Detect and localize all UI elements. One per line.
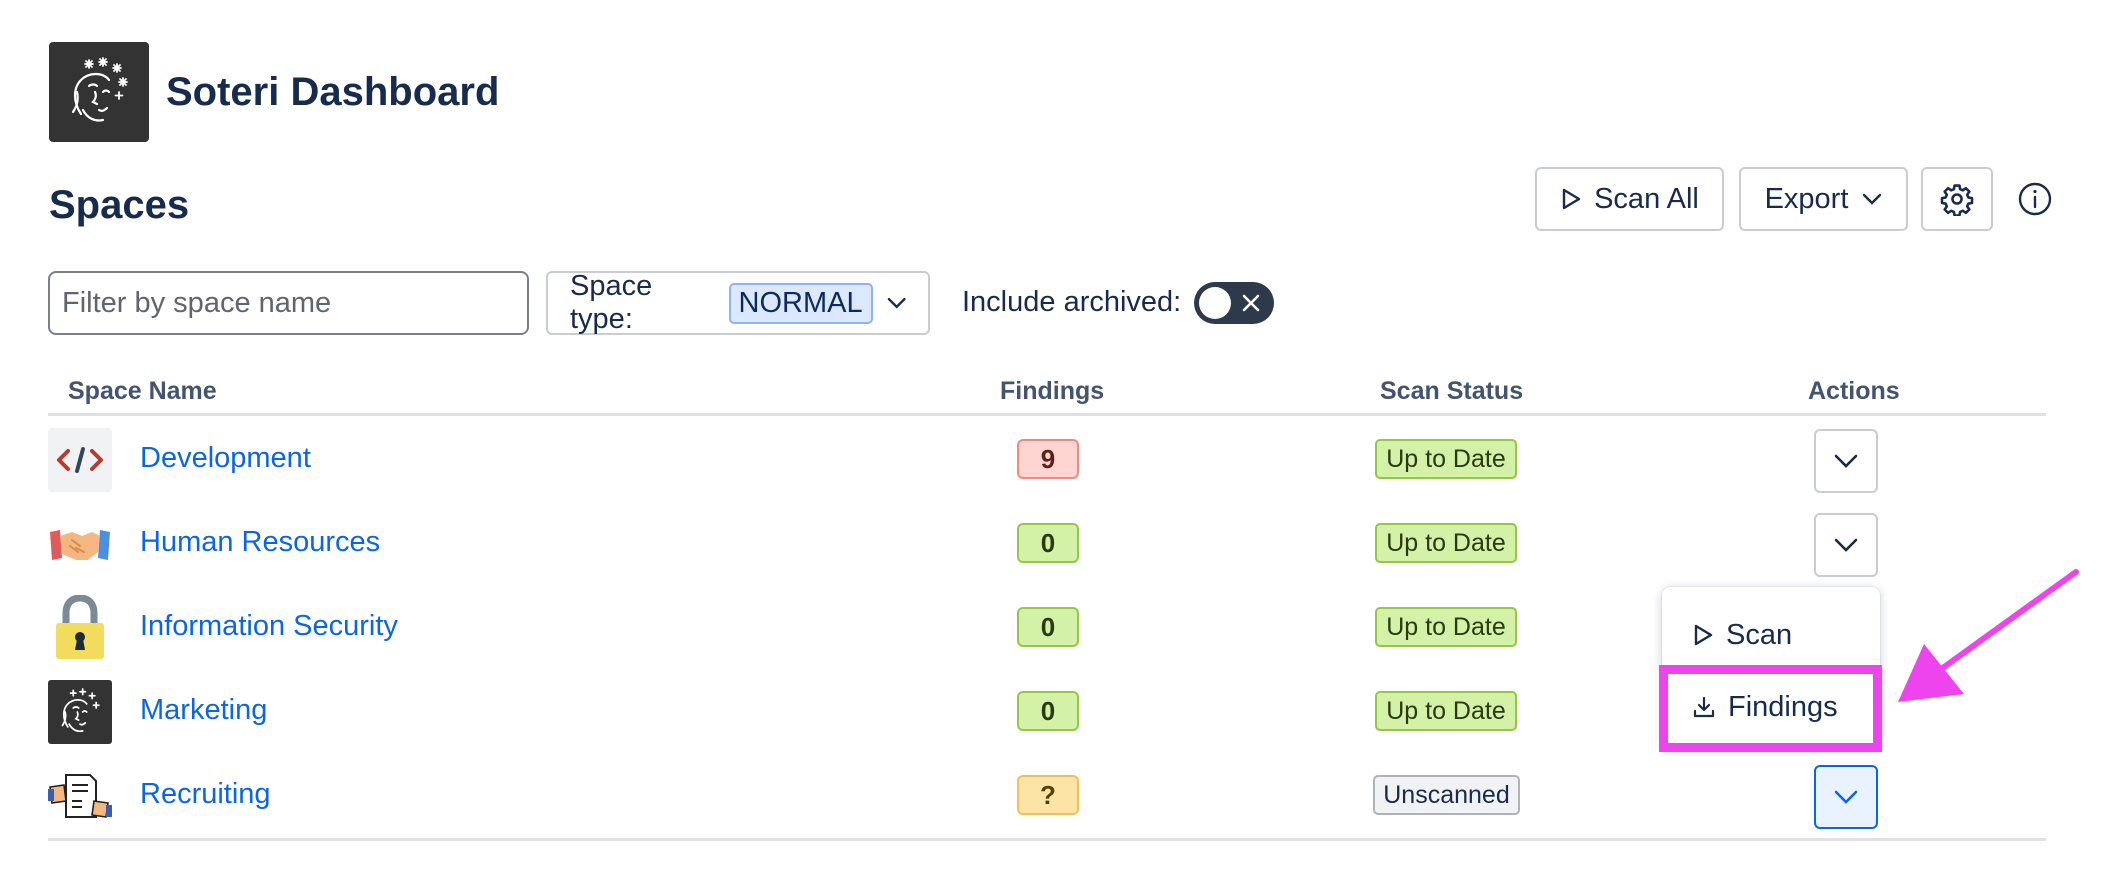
page-title: Spaces <box>49 183 190 227</box>
settings-button[interactable] <box>1921 167 1993 231</box>
annotation-arrow-icon <box>1898 569 2079 702</box>
document-hands-icon <box>48 764 112 828</box>
findings-badge: ? <box>1017 775 1079 815</box>
space-type-select[interactable]: Space type: NORMAL <box>546 270 930 335</box>
play-icon <box>1562 188 1581 210</box>
toggle-knob <box>1199 287 1231 319</box>
menu-item-scan[interactable]: Scan <box>1662 605 1880 665</box>
chevron-down-icon <box>1834 454 1858 468</box>
status-badge: Unscanned <box>1373 775 1520 815</box>
table-row: Recruiting ? Unscanned <box>0 754 2108 838</box>
space-link-information-security[interactable]: Information Security <box>140 610 398 643</box>
status-badge: Up to Date <box>1375 691 1517 731</box>
handshake-icon <box>48 512 112 576</box>
close-icon <box>1242 294 1260 312</box>
play-icon <box>1694 624 1713 646</box>
space-link-recruiting[interactable]: Recruiting <box>140 778 271 811</box>
status-badge: Up to Date <box>1375 607 1517 647</box>
menu-item-scan-label: Scan <box>1726 618 1793 651</box>
chevron-down-icon <box>1834 538 1858 552</box>
row-actions-button[interactable] <box>1814 429 1878 493</box>
space-type-chip: NORMAL <box>728 282 873 324</box>
info-button[interactable] <box>2010 174 2060 224</box>
findings-badge: 0 <box>1017 523 1079 563</box>
chevron-down-icon <box>1834 790 1858 804</box>
info-icon <box>2018 182 2052 216</box>
space-name-filter-input[interactable] <box>48 271 529 335</box>
space-type-label: Space type: <box>570 270 653 335</box>
chevron-down-icon <box>1863 193 1882 205</box>
status-badge: Up to Date <box>1375 523 1517 563</box>
findings-highlight-box <box>1659 665 1882 752</box>
column-header-space-name: Space Name <box>68 377 217 405</box>
space-link-development[interactable]: Development <box>140 442 311 475</box>
column-header-findings: Findings <box>1000 377 1105 405</box>
row-actions-button[interactable] <box>1814 513 1878 577</box>
findings-badge: 0 <box>1017 607 1079 647</box>
table-header-divider <box>48 413 2046 416</box>
gear-icon <box>1940 184 1974 216</box>
findings-badge: 9 <box>1017 439 1079 479</box>
include-archived-label: Include archived: <box>962 286 1182 318</box>
table-row: Human Resources 0 Up to Date <box>0 502 2108 586</box>
face-sparkles-icon <box>48 680 112 744</box>
chevron-down-icon <box>887 297 906 309</box>
scan-all-label: Scan All <box>1594 182 1699 215</box>
code-icon <box>48 428 112 492</box>
scan-all-button[interactable]: Scan All <box>1535 167 1724 231</box>
space-link-human-resources[interactable]: Human Resources <box>140 526 380 559</box>
table-row: Development 9 Up to Date <box>0 418 2108 502</box>
app-title: Soteri Dashboard <box>166 69 500 114</box>
face-sparkles-logo-icon <box>49 42 149 142</box>
toolbar: Scan All Export <box>1535 167 2060 231</box>
column-header-actions: Actions <box>1808 377 1900 405</box>
space-link-marketing[interactable]: Marketing <box>140 694 267 727</box>
export-button[interactable]: Export <box>1739 167 1908 231</box>
table-bottom-divider <box>48 838 2046 841</box>
column-header-scan-status: Scan Status <box>1380 377 1524 405</box>
padlock-icon <box>48 595 112 660</box>
export-label: Export <box>1764 182 1849 215</box>
status-badge: Up to Date <box>1375 439 1517 479</box>
include-archived-toggle[interactable] <box>1194 282 1274 324</box>
findings-badge: 0 <box>1017 691 1079 731</box>
row-actions-button[interactable] <box>1814 765 1878 829</box>
app-header: Soteri Dashboard <box>49 42 499 142</box>
